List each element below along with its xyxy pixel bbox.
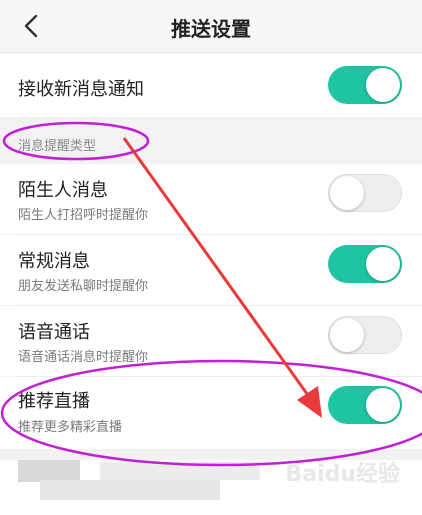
toggle-knob xyxy=(366,388,400,422)
setting-desc: 推荐更多精彩直播 xyxy=(18,420,123,435)
setting-label: 接收新消息通知 xyxy=(18,79,144,100)
setting-label: 语音通话 xyxy=(18,322,90,343)
voice-call-toggle[interactable] xyxy=(328,316,402,354)
toggle-knob xyxy=(366,247,400,281)
section-header: 消息提醒类型 xyxy=(0,117,422,164)
blurred-block xyxy=(100,462,260,480)
setting-desc: 陌生人打招呼时提醒你 xyxy=(18,208,149,223)
setting-desc: 朋友发送私聊时提醒你 xyxy=(18,279,149,294)
setting-voice-call: 语音通话 语音通话消息时提醒你 xyxy=(0,306,422,376)
regular-message-toggle[interactable] xyxy=(328,245,402,283)
setting-label: 陌生人消息 xyxy=(18,180,108,201)
section-label: 消息提醒类型 xyxy=(18,139,97,154)
watermark-text: Baidu经验 xyxy=(285,462,400,487)
blurred-block xyxy=(40,480,220,500)
toggle-knob xyxy=(330,176,364,210)
new-message-toggle[interactable] xyxy=(328,66,402,104)
setting-desc: 语音通话消息时提醒你 xyxy=(18,350,149,365)
page-title: 推送设置 xyxy=(171,17,251,41)
toggle-knob xyxy=(366,68,400,102)
toggle-knob xyxy=(330,318,364,352)
setting-recommended-live: 推荐直播 推荐更多精彩直播 xyxy=(0,377,422,449)
top-bar: 推送设置 xyxy=(0,0,422,53)
setting-regular-message: 常规消息 朋友发送私聊时提醒你 xyxy=(0,235,422,305)
recommended-live-toggle[interactable] xyxy=(328,386,402,424)
setting-new-message: 接收新消息通知 xyxy=(0,53,422,117)
stranger-message-toggle[interactable] xyxy=(328,174,402,212)
blurred-block xyxy=(18,460,80,482)
setting-label: 常规消息 xyxy=(18,251,90,272)
setting-stranger-message: 陌生人消息 陌生人打招呼时提醒你 xyxy=(0,164,422,234)
setting-label: 推荐直播 xyxy=(18,391,90,412)
